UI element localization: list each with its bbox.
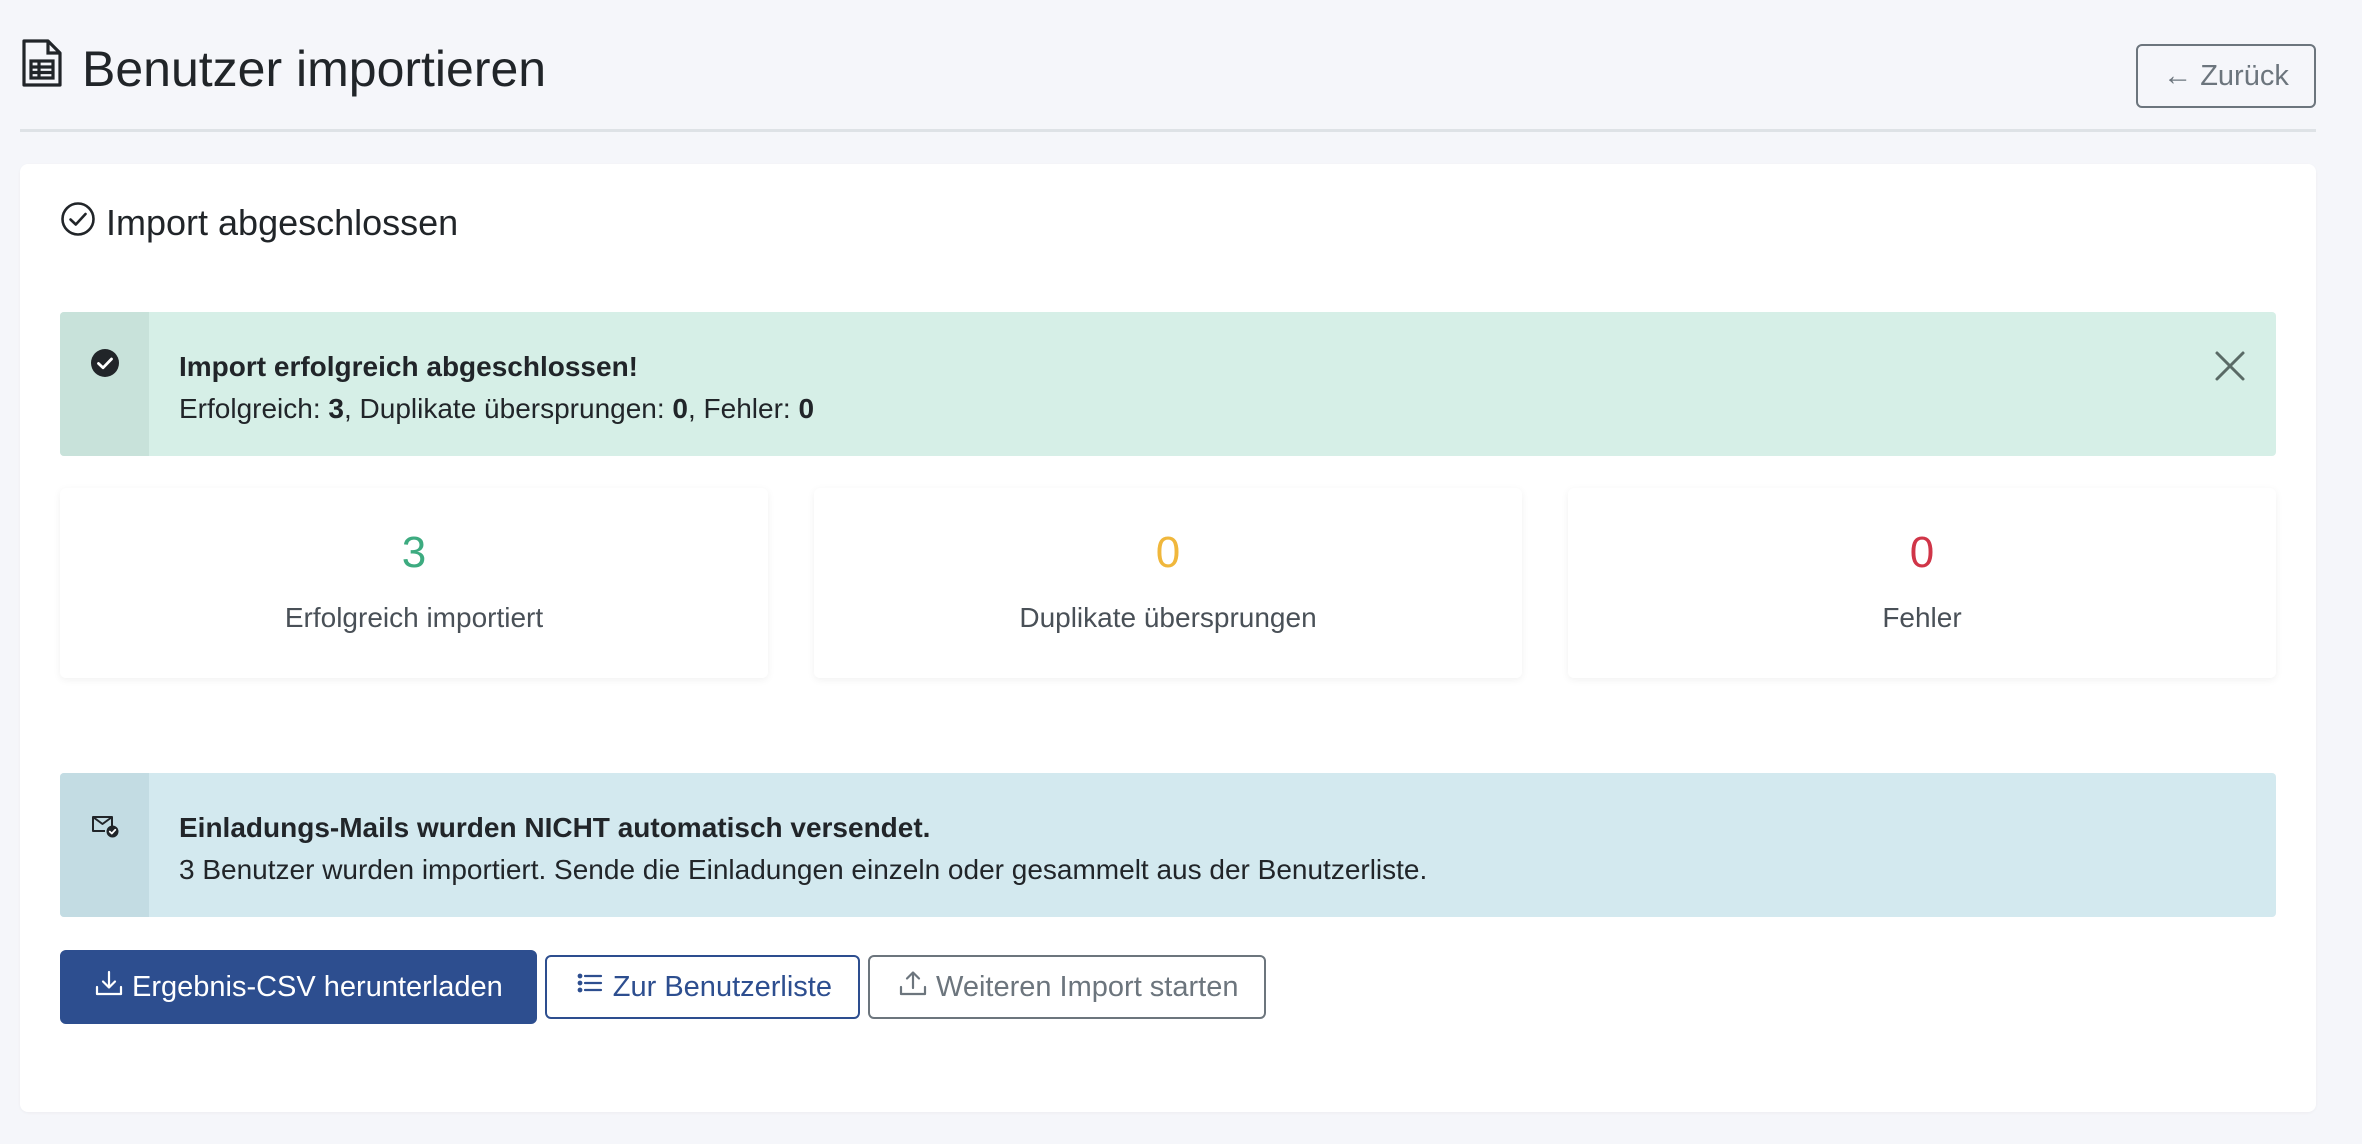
close-icon <box>2214 350 2246 387</box>
stat-card-success: 3 Erfolgreich importiert <box>60 488 768 678</box>
summary-success-count: 3 <box>328 393 344 424</box>
stats-row: 3 Erfolgreich importiert 0 Duplikate übe… <box>60 488 2276 678</box>
list-icon <box>575 968 605 1006</box>
stat-card-duplicates: 0 Duplikate übersprungen <box>814 488 1522 678</box>
import-result-card: Import abgeschlossen Import erfolgreich … <box>20 164 2316 1112</box>
success-alert-heading: Import erfolgreich abgeschlossen! <box>179 351 638 382</box>
summary-errors-count: 0 <box>798 393 815 424</box>
info-alert-text: 3 Benutzer wurden importiert. Sende die … <box>179 854 1428 885</box>
card-title: Import abgeschlossen <box>60 198 458 248</box>
new-import-button[interactable]: Weiteren Import starten <box>867 955 1267 1019</box>
success-alert-body: Import erfolgreich abgeschlossen! Erfolg… <box>149 312 814 456</box>
new-import-label: Weiteren Import starten <box>935 970 1239 1003</box>
stat-value: 0 <box>1155 528 1181 577</box>
envelope-check-icon <box>90 809 120 917</box>
user-list-label: Zur Benutzerliste <box>612 970 832 1003</box>
stat-label: Duplikate übersprungen <box>1019 602 1317 633</box>
stat-card-errors: 0 Fehler <box>1568 488 2276 678</box>
alert-close-button[interactable] <box>2210 348 2250 388</box>
check-circle-fill-icon <box>90 348 120 456</box>
user-list-button[interactable]: Zur Benutzerliste <box>544 955 860 1019</box>
download-icon <box>94 968 124 1006</box>
stat-label: Erfolgreich importiert <box>284 602 544 633</box>
success-alert-stripe <box>60 312 149 456</box>
summary-duplicates-count: 0 <box>672 393 688 424</box>
page-title-text: Benutzer importieren <box>82 41 547 97</box>
summary-success-label: Erfolgreich: <box>179 393 329 424</box>
back-button[interactable]: ← Zurück <box>2136 44 2316 108</box>
info-alert-body: Einladungs-Mails wurden NICHT automatisc… <box>149 773 1427 917</box>
stat-value: 3 <box>401 528 427 577</box>
page-title: Benutzer importieren <box>20 38 546 100</box>
stat-value: 0 <box>1909 528 1935 577</box>
action-buttons: Ergebnis-CSV herunterladen Zur Benutzerl… <box>60 950 1267 1024</box>
check-circle-icon <box>60 201 96 246</box>
success-alert: Import erfolgreich abgeschlossen! Erfolg… <box>60 312 2276 456</box>
page-header: Benutzer importieren ← Zurück <box>20 0 2316 132</box>
info-alert: Einladungs-Mails wurden NICHT automatisc… <box>60 773 2276 917</box>
stat-label: Fehler <box>1882 602 1962 633</box>
success-alert-summary: Erfolgreich: 3, Duplikate übersprungen: … <box>179 388 814 430</box>
info-alert-stripe <box>60 773 149 917</box>
summary-errors-label: , Fehler: <box>688 393 799 424</box>
card-title-text: Import abgeschlossen <box>106 202 459 243</box>
info-alert-heading: Einladungs-Mails wurden NICHT automatisc… <box>179 812 931 843</box>
download-csv-label: Ergebnis-CSV herunterladen <box>132 970 503 1003</box>
summary-duplicates-label: , Duplikate übersprungen: <box>343 393 673 424</box>
download-csv-button[interactable]: Ergebnis-CSV herunterladen <box>60 950 537 1024</box>
file-spreadsheet-icon <box>20 37 64 101</box>
upload-icon <box>898 968 928 1006</box>
